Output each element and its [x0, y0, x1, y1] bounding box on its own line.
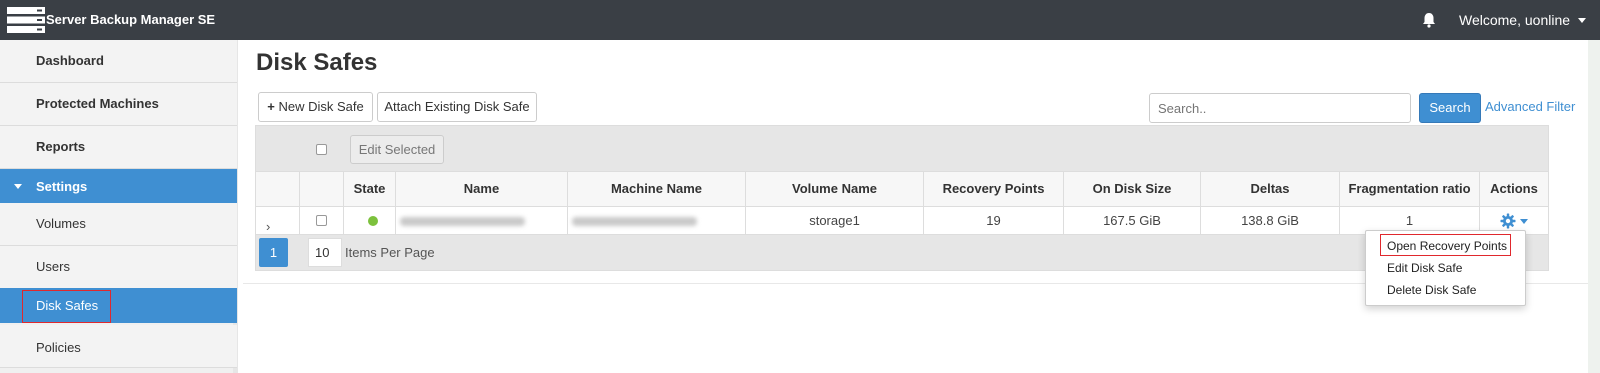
new-disk-safe-label: New Disk Safe	[278, 99, 364, 114]
name-cell	[396, 207, 568, 234]
scrollbar[interactable]	[1588, 40, 1600, 373]
deltas-cell: 138.8 GiB	[1201, 207, 1340, 234]
column-header-fragmentation-ratio[interactable]: Fragmentation ratio	[1340, 172, 1480, 206]
gear-icon[interactable]	[1500, 213, 1516, 229]
expand-column-header	[256, 172, 300, 206]
sidebar-item-label: Reports	[36, 139, 86, 154]
sidebar-item-users[interactable]: Users	[0, 246, 237, 289]
sidebar-item-label: Policies	[36, 340, 81, 355]
chevron-down-icon[interactable]	[1578, 18, 1586, 23]
column-header-on-disk-size[interactable]: On Disk Size	[1064, 172, 1201, 206]
column-header-state[interactable]: State	[344, 172, 396, 206]
bell-icon[interactable]	[1422, 12, 1436, 28]
menu-item-delete-disk-safe[interactable]: Delete Disk Safe	[1387, 283, 1476, 297]
state-cell	[344, 207, 396, 234]
column-header-name[interactable]: Name	[396, 172, 568, 206]
column-header-actions: Actions	[1490, 181, 1538, 196]
chevron-right-icon[interactable]: ›	[266, 213, 270, 240]
sidebar-item-label: Volumes	[36, 216, 86, 231]
advanced-filter-link[interactable]: Advanced Filter	[1485, 99, 1575, 114]
status-online-icon	[368, 216, 378, 226]
redacted-name	[400, 217, 525, 227]
page-title: Disk Safes	[256, 49, 378, 76]
on-disk-size-cell: 167.5 GiB	[1064, 207, 1201, 234]
column-header-machine-name[interactable]: Machine Name	[568, 172, 746, 206]
plus-icon: +	[267, 99, 275, 114]
items-per-page-input[interactable]: 10	[308, 238, 342, 267]
sidebar-item-policies[interactable]: Policies	[0, 325, 237, 368]
disk-safes-table: Edit Selected State Name Machine Name Vo…	[255, 125, 1549, 271]
sidebar: Dashboard Protected Machines Reports Set…	[0, 40, 238, 373]
select-all-checkbox[interactable]	[316, 144, 327, 155]
new-disk-safe-button[interactable]: + New Disk Safe	[258, 92, 373, 122]
chevron-down-icon[interactable]	[1520, 219, 1528, 224]
sidebar-item-label: Dashboard	[36, 53, 104, 68]
menu-item-open-recovery-points[interactable]: Open Recovery Points	[1387, 239, 1507, 253]
server-logo-icon	[7, 7, 45, 33]
column-header-volume-name[interactable]: Volume Name	[746, 172, 924, 206]
sidebar-item-label: Protected Machines	[36, 96, 159, 111]
search-input[interactable]	[1149, 93, 1411, 123]
app-title: Server Backup Manager SE	[46, 12, 216, 27]
column-header-deltas[interactable]: Deltas	[1201, 172, 1340, 206]
edit-selected-button[interactable]: Edit Selected	[350, 135, 444, 164]
checkbox-column-header	[300, 172, 344, 206]
sidebar-item-label: Users	[36, 259, 70, 274]
column-header-recovery-points[interactable]: Recovery Points	[924, 172, 1064, 206]
sidebar-item-dashboard[interactable]: Dashboard	[0, 40, 237, 83]
table-toolbar: Edit Selected	[256, 126, 1548, 171]
search-button[interactable]: Search	[1419, 93, 1481, 123]
machine-name-cell	[568, 207, 746, 234]
attach-disk-safe-button[interactable]: Attach Existing Disk Safe	[377, 92, 537, 122]
caret-down-icon	[14, 184, 22, 189]
recovery-points-cell: 19	[924, 207, 1064, 234]
sidebar-item-settings[interactable]: Settings	[0, 169, 237, 203]
top-bar: Server Backup Manager SE Welcome, uonlin…	[0, 0, 1600, 40]
redacted-machine-name	[572, 217, 697, 227]
menu-item-edit-disk-safe[interactable]: Edit Disk Safe	[1387, 261, 1462, 275]
actions-dropdown-menu: Open Recovery Points Edit Disk Safe Dele…	[1365, 230, 1526, 306]
table-header: State Name Machine Name Volume Name Reco…	[256, 171, 1548, 206]
items-per-page-label: Items Per Page	[345, 245, 435, 260]
row-checkbox[interactable]	[316, 215, 327, 226]
user-menu[interactable]: Welcome, uonline	[1459, 12, 1570, 28]
sidebar-item-disk-safes[interactable]: Disk Safes	[0, 288, 237, 323]
table-row[interactable]: › storage1 19 167.5 GiB 138.8 GiB 1	[256, 206, 1548, 235]
sidebar-item-protected-machines[interactable]: Protected Machines	[0, 83, 237, 126]
pagination-page-1[interactable]: 1	[259, 238, 288, 267]
sidebar-item-reports[interactable]: Reports	[0, 126, 237, 169]
expand-cell[interactable]: ›	[256, 207, 300, 234]
row-checkbox-cell	[300, 207, 344, 234]
sidebar-item-volumes[interactable]: Volumes	[0, 203, 237, 246]
volume-name-cell: storage1	[746, 207, 924, 234]
annotation-highlight	[22, 290, 111, 323]
sidebar-item-label: Settings	[36, 179, 88, 194]
